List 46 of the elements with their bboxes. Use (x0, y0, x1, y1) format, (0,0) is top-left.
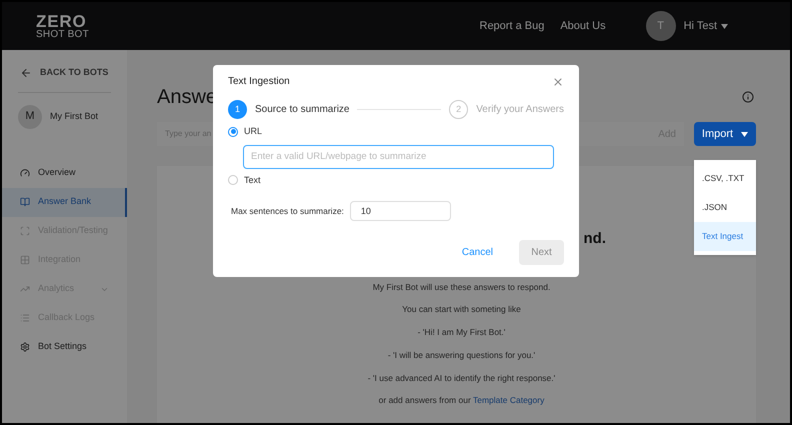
sidebar-item[interactable]: Overview (2, 158, 127, 188)
import-button[interactable]: Import (694, 122, 756, 146)
step-label: Source to summarize (255, 103, 350, 117)
menu-item[interactable]: Text Ingest (694, 222, 756, 251)
info-icon (742, 91, 754, 103)
hint-text: or add answers from our Template Category (378, 394, 544, 407)
max-sentences-label: Max sentences to summarize: (231, 204, 344, 218)
max-sentences-field[interactable]: 10 (350, 201, 451, 221)
caret-icon (741, 132, 748, 136)
list-icon (20, 313, 30, 323)
hint-text: You can start with someting like (402, 303, 521, 316)
gear-icon (20, 342, 30, 352)
step-number: 1 (228, 100, 247, 119)
step-label: Verify your Answers (476, 103, 564, 117)
bot-name: My First Bot (50, 110, 98, 123)
menu-item[interactable]: .CSV, .TXT (694, 164, 756, 193)
close-icon[interactable] (552, 76, 564, 88)
back-arrow-icon (20, 66, 32, 79)
template-link[interactable]: Template Category (473, 395, 544, 406)
radio-circle[interactable] (228, 126, 238, 137)
empty-heading: nd. (584, 229, 606, 249)
source-radio[interactable]: Text (228, 174, 564, 187)
chart-icon (20, 284, 30, 294)
menu-item[interactable]: .JSON (694, 193, 756, 222)
hint-text: - 'I use advanced AI to identify the right response.' (368, 372, 556, 384)
back-link[interactable]: BACK TO BOTS (2, 66, 127, 80)
logo[interactable]: ZERO SHOT BOT (36, 12, 89, 40)
sidebar-item[interactable]: Answer Bank (2, 188, 127, 216)
url-input-field[interactable]: Enter a valid URL/webpage to summarize (243, 144, 554, 168)
hint-text: - 'Hi! I am My First Bot.' (418, 326, 506, 339)
bot-avatar: M (18, 104, 42, 128)
sidebar-item[interactable]: Bot Settings (2, 332, 127, 362)
step-number: 2 (449, 100, 468, 119)
grid-icon (20, 255, 30, 265)
gauge-icon (20, 168, 30, 178)
user-menu[interactable]: Hi Test (684, 18, 728, 34)
book-icon (20, 197, 30, 207)
about-link[interactable]: About Us (560, 18, 606, 34)
report-bug-link[interactable]: Report a Bug (480, 18, 544, 34)
dialog-title: Text Ingestion (228, 75, 290, 89)
hint-text: My First Bot will use these answers to respond. (372, 280, 550, 294)
caret-icon (721, 24, 728, 28)
hint-text: - 'I will be answering questions for you.' (388, 348, 536, 362)
source-radio[interactable]: URL (228, 125, 564, 138)
cancel-button[interactable]: Cancel (450, 240, 505, 264)
scan-icon (20, 226, 30, 236)
